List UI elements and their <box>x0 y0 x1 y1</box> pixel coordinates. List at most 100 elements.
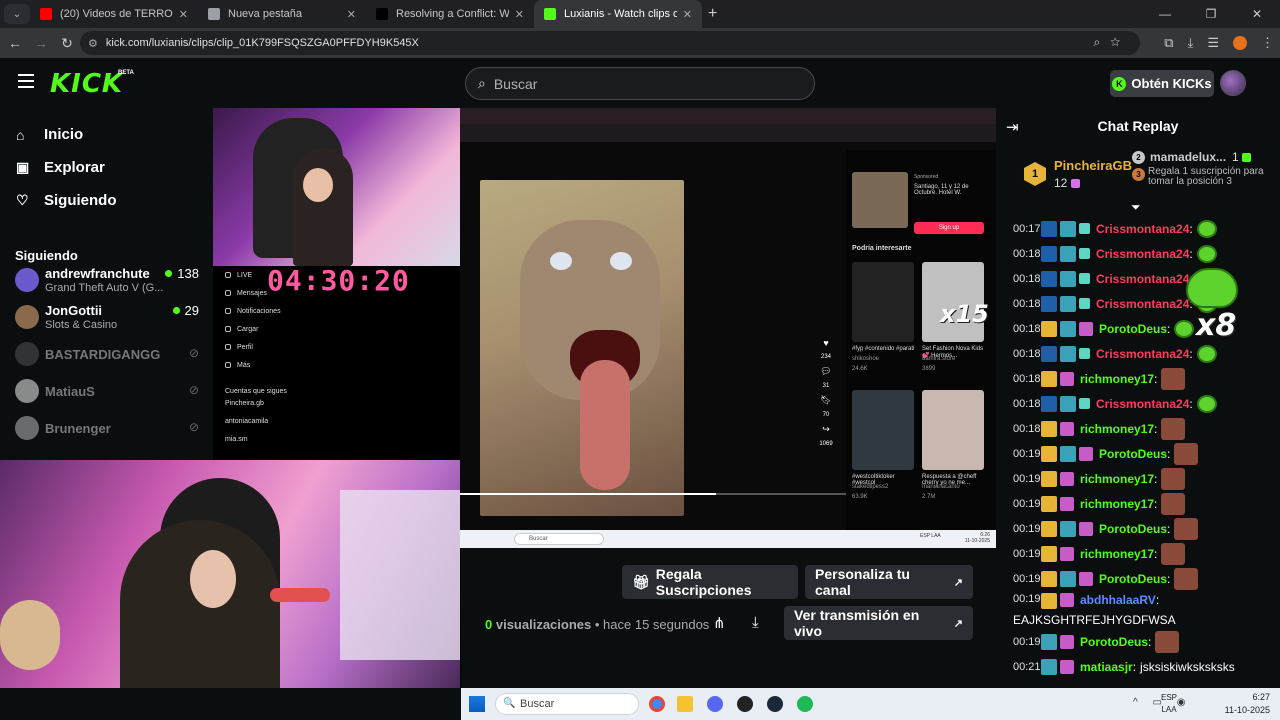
views-count: 0 <box>485 617 493 632</box>
chat-username[interactable]: Crissmontana24 <box>1096 272 1189 286</box>
chat-username[interactable]: Crissmontana24 <box>1096 222 1189 236</box>
chrome-taskbar-icon[interactable] <box>649 696 665 712</box>
reload-button[interactable]: ↻ <box>54 35 80 52</box>
moderator-badge-icon <box>1041 345 1057 362</box>
chat-username[interactable]: Crissmontana24 <box>1096 347 1189 361</box>
sponsored-label: Sponsored <box>914 174 939 180</box>
windows-taskbar: Buscar ^ ▭ ◉ ESPLAA 6:2711-10-2025 <box>461 688 1280 720</box>
gift-subs-button[interactable]: 🎁︎ Regala Suscripciones <box>622 565 798 599</box>
discord-icon[interactable] <box>707 696 723 712</box>
followed-channel[interactable]: Brunenger ⊘ <box>15 414 205 444</box>
get-kicks-button[interactable]: K Obtén KICKs <box>1110 70 1214 97</box>
tab-search-button[interactable]: ⌄ <box>4 4 30 24</box>
search-input[interactable]: ⌕ Buscar <box>465 67 815 100</box>
tiktok-menu-item: Cuentas que sigues <box>225 388 287 395</box>
browser-tab[interactable]: Nueva pestaña ✕ <box>198 0 366 28</box>
browser-menu-icon[interactable]: ⋮ <box>1261 35 1274 51</box>
chat-username[interactable]: PorotoDeus <box>1099 322 1167 336</box>
message-time: 00:18 <box>1013 272 1041 285</box>
face-emote-icon <box>1161 417 1186 440</box>
chat-username[interactable]: PorotoDeus <box>1099 447 1167 461</box>
back-button[interactable]: ← <box>2 35 28 51</box>
url-field[interactable]: ⚙ kick.com/luxianis/clips/clip_01K799FSQ… <box>80 31 1140 55</box>
watch-live-button[interactable]: Ver transmisión en vivo ↗ <box>784 606 973 640</box>
rank-3-promo: Regala 1 suscripción para tomar la posic… <box>1148 166 1264 187</box>
taskbar-clock[interactable]: 6:27 11-10-2025 <box>1225 691 1270 717</box>
chrome-icon <box>208 8 220 20</box>
nav-explore[interactable]: ▣ Explorar <box>16 159 105 176</box>
followed-channel[interactable]: andrewfranchute Grand Theft Auto V (G... 1… <box>15 266 205 296</box>
leader-2-name[interactable]: mamadelux... <box>1150 150 1226 164</box>
moderator-badge-icon <box>1041 245 1057 262</box>
suggest-4-likes: 2.7M <box>922 494 936 500</box>
nav-following[interactable]: ♡ Siguiendo <box>16 192 117 209</box>
close-tab-icon[interactable]: ✕ <box>179 8 188 21</box>
followed-channel[interactable]: MatiauS ⊘ <box>15 377 205 407</box>
extensions-icon[interactable]: ⧉ <box>1164 35 1173 51</box>
chat-username[interactable]: PorotoDeus <box>1099 522 1167 536</box>
new-tab-button[interactable]: + <box>708 5 717 23</box>
crown-badge-icon <box>1041 495 1057 512</box>
reading-list-icon[interactable]: ☰ <box>1207 35 1219 51</box>
rank-3-badge: 3 <box>1132 168 1145 181</box>
windows-start-icon[interactable] <box>469 696 485 712</box>
chat-username[interactable]: richmoney17 <box>1080 497 1154 511</box>
obs-icon[interactable] <box>737 696 753 712</box>
leader-1-name[interactable]: PincheiraGB <box>1054 158 1132 173</box>
taskbar-language[interactable]: ESP LAA <box>1161 692 1177 716</box>
download-clip-icon[interactable]: ⤓ <box>752 614 759 631</box>
message-text: EAJKSGHTRFEJHYGDFWSA <box>1013 613 1176 627</box>
clock-date: 11-10-2025 <box>1224 705 1270 715</box>
subscriber-badge-icon <box>1041 633 1057 650</box>
zoom-icon[interactable]: ⌕ <box>1093 35 1110 49</box>
chat-username[interactable]: abdhhalaaRV <box>1080 593 1156 607</box>
site-info-icon[interactable]: ⚙ <box>88 37 98 50</box>
share-icon[interactable]: ⋔ <box>713 614 726 632</box>
close-window-button[interactable]: ✕ <box>1234 0 1280 28</box>
tiktok-menu-item: Mensajes <box>225 290 267 297</box>
chat-username[interactable]: Crissmontana24 <box>1096 397 1189 411</box>
user-avatar[interactable] <box>1220 70 1246 96</box>
profile-avatar[interactable] <box>1233 36 1247 50</box>
customize-channel-button[interactable]: Personaliza tu canal ↗ <box>805 565 973 599</box>
subscriber-badge-icon <box>1060 295 1076 312</box>
maximize-button[interactable]: ❐ <box>1188 0 1234 28</box>
spotify-icon[interactable] <box>797 696 813 712</box>
browser-tab[interactable]: Resolving a Conflict: Who's in th ✕ <box>366 0 534 28</box>
followed-channel[interactable]: JonGottii Slots & Casino 29 <box>15 303 205 333</box>
expand-leaderboard-icon[interactable]: ⏷ <box>1131 200 1141 215</box>
channel-viewers: 29 <box>173 303 199 318</box>
file-explorer-icon[interactable] <box>677 696 693 712</box>
download-icon[interactable]: ⤓ <box>1188 35 1194 51</box>
forward-button[interactable]: → <box>28 35 54 51</box>
chat-username[interactable]: richmoney17 <box>1080 547 1154 561</box>
chat-username[interactable]: matiaasjr <box>1080 660 1133 674</box>
crown-badge-icon <box>1041 520 1057 537</box>
kick-logo[interactable]: KICK <box>50 69 123 99</box>
crown-badge-icon <box>1041 570 1057 587</box>
chat-username[interactable]: PorotoDeus <box>1080 635 1148 649</box>
chat-username[interactable]: PorotoDeus <box>1099 572 1167 586</box>
crown-badge-icon <box>1041 420 1057 437</box>
channel-avatar <box>15 305 39 329</box>
followed-channel[interactable]: BASTARDIGANGG ⊘ <box>15 340 205 370</box>
close-tab-icon[interactable]: ✕ <box>515 8 524 21</box>
browser-tab[interactable]: (20) Videos de TERROR REALES ✕ <box>30 0 198 28</box>
chat-username[interactable]: richmoney17 <box>1080 472 1154 486</box>
steam-icon[interactable] <box>767 696 783 712</box>
browser-tab[interactable]: Luxianis - Watch clips on Kick ✕ <box>534 0 702 28</box>
chat-username[interactable]: Crissmontana24 <box>1096 247 1189 261</box>
chat-username[interactable]: richmoney17 <box>1080 372 1154 386</box>
kick-icon <box>544 8 556 20</box>
menu-icon[interactable] <box>18 74 34 88</box>
bookmark-star-icon[interactable]: ☆ <box>1110 35 1130 49</box>
chat-username[interactable]: Crissmontana24 <box>1096 297 1189 311</box>
chat-username[interactable]: richmoney17 <box>1080 422 1154 436</box>
close-tab-icon[interactable]: ✕ <box>683 8 692 21</box>
nav-home[interactable]: ⌂ Inicio <box>16 126 83 143</box>
sub-gifter-badge-icon <box>1060 421 1074 436</box>
sub-gifter-badge-icon <box>1060 634 1074 649</box>
minimize-button[interactable]: — <box>1142 0 1188 28</box>
taskbar-search[interactable]: Buscar <box>495 693 639 715</box>
close-tab-icon[interactable]: ✕ <box>347 8 356 21</box>
